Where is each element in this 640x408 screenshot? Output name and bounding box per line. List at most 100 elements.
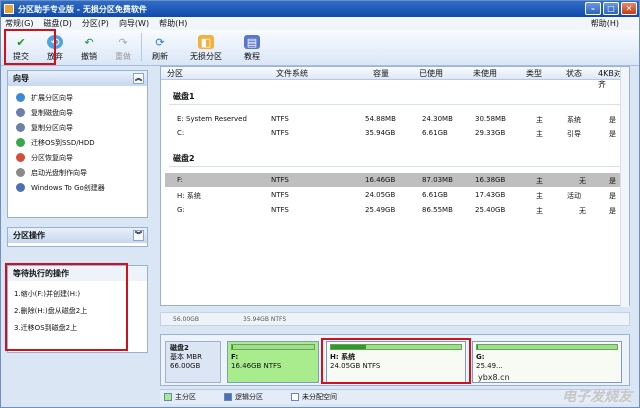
table-row[interactable]: H: 系统 NTFS 24.05GB 6.61GB 17.43GB 主 活动 是 (165, 188, 627, 202)
menu-help-right[interactable]: 帮助(H) (591, 18, 619, 29)
expand-icon[interactable]: ︾ (133, 230, 144, 241)
partition-icon: ◧ (198, 35, 214, 49)
lossless-partition-button[interactable]: ◧ 无损分区 (186, 30, 226, 64)
col-free[interactable]: 未使用 (473, 68, 497, 79)
menu-help[interactable]: 帮助(H) (159, 18, 187, 29)
wizard-windows-to-go-label: Windows To Go创建器 (31, 183, 105, 192)
unalloc-swatch (291, 393, 299, 401)
legend-primary: 主分区 (164, 392, 196, 402)
cell-type: 主 (536, 207, 543, 215)
wizard-recovery[interactable]: 分区恢复向导 (8, 150, 147, 165)
part-label: G: (476, 353, 485, 361)
cell-free: 16.38GB (475, 176, 506, 184)
wizard-windows-to-go[interactable]: Windows To Go创建器 (8, 180, 147, 195)
menu-wizard[interactable]: 向导(W) (119, 18, 149, 29)
cell-type: 主 (536, 192, 543, 200)
cell-used: 6.61GB (422, 129, 448, 137)
diskmap-size: 66.00GB (170, 362, 201, 370)
menu-partition[interactable]: 分区(P) (82, 18, 109, 29)
cell-status: 无 (579, 207, 586, 215)
col-used[interactable]: 已使用 (419, 68, 443, 79)
wizard-bootcd[interactable]: 启动光盘制作向导 (8, 165, 147, 180)
table-row[interactable]: C: NTFS 35.94GB 6.61GB 29.33GB 主 引导 是 (165, 126, 627, 140)
wizard-migrate-os[interactable]: 迁移OS到SSD/HDD (8, 135, 147, 150)
usage-bar (476, 344, 618, 350)
part-info: 25.49... (476, 362, 503, 370)
pending-highlight (5, 263, 128, 351)
undo-icon: ↶ (84, 35, 94, 49)
vertical-scrollbar[interactable] (620, 67, 629, 307)
commit-highlight (4, 29, 56, 65)
cell-name: E: System Reserved (177, 115, 247, 123)
list-header: 分区 文件系统 容量 已使用 未使用 类型 状态 4KB对齐 (161, 67, 629, 89)
maximize-button[interactable]: □ (603, 2, 619, 15)
cell-fs: NTFS (271, 129, 289, 137)
disk2-divider (169, 166, 625, 167)
cell-used: 6.61GB (422, 191, 448, 199)
cell-name: C: (177, 129, 185, 137)
table-row[interactable]: G: NTFS 25.49GB 86.55MB 25.40GB 主 无 是 (165, 203, 627, 217)
legend-unalloc: 未分配空间 (291, 392, 337, 402)
wizard-bootcd-label: 启动光盘制作向导 (31, 168, 87, 177)
undo-label: 撤销 (81, 52, 97, 61)
redo-icon: ↷ (118, 35, 128, 49)
menu-general[interactable]: 常规(G) (5, 18, 33, 29)
col-capacity[interactable]: 容量 (373, 68, 389, 79)
wizard-copy-disk[interactable]: 复制磁盘向导 (8, 105, 147, 120)
partition-block-f[interactable]: F: 16.46GB NTFS (227, 341, 319, 383)
strip-partition: 35.94GB NTFS (243, 316, 287, 323)
cell-capacity: 35.94GB (365, 129, 396, 137)
table-row-selected[interactable]: F: NTFS 16.46GB 87.03MB 16.38GB 主 无 是 (165, 173, 627, 187)
redo-button[interactable]: ↷ 重做 (111, 30, 135, 64)
cell-type: 主 (536, 177, 543, 185)
partition-ops-title: 分区操作 (13, 231, 45, 240)
wizard-extend[interactable]: 扩展分区向导 (8, 90, 147, 105)
copy-disk-icon (16, 108, 25, 117)
table-row[interactable]: E: System Reserved NTFS 54.88MB 24.30MB … (165, 112, 627, 126)
tutorial-button[interactable]: ▤ 教程 (240, 30, 264, 64)
partition-ops-header[interactable]: 分区操作 ︾ (8, 228, 147, 243)
menu-disk[interactable]: 磁盘(D) (43, 18, 71, 29)
cell-free: 30.58MB (475, 115, 506, 123)
wizard-panel: 向导 ︽ 扩展分区向导 复制磁盘向导 复制分区向导 迁移OS到SSD/HDD 分… (7, 70, 148, 218)
watermark-logo: 电子发烧友 (562, 389, 632, 405)
wizard-copy-partition[interactable]: 复制分区向导 (8, 120, 147, 135)
wizard-migrate-os-label: 迁移OS到SSD/HDD (31, 138, 95, 147)
refresh-button[interactable]: ⟳ 刷新 (148, 30, 172, 64)
cell-status: 无 (579, 177, 586, 185)
migrate-icon (16, 138, 25, 147)
col-partition[interactable]: 分区 (167, 68, 183, 79)
close-button[interactable]: ✕ (621, 2, 637, 15)
cell-align: 是 (609, 130, 616, 138)
wizard-panel-header[interactable]: 向导 ︽ (8, 71, 147, 86)
strip-disk-size: 56.00GB (173, 316, 199, 323)
minimize-button[interactable]: – (585, 2, 601, 15)
book-icon: ▤ (244, 35, 260, 49)
col-type[interactable]: 类型 (526, 68, 542, 79)
usb-icon (16, 183, 25, 192)
cell-status: 活动 (567, 192, 581, 200)
disk1-divider (169, 104, 625, 105)
cell-free: 29.33GB (475, 129, 506, 137)
cell-type: 主 (536, 116, 543, 124)
wizard-extend-label: 扩展分区向导 (31, 93, 73, 102)
watermark-url: ybx8.cn (478, 373, 510, 382)
cell-align: 是 (609, 192, 616, 200)
col-fs[interactable]: 文件系统 (276, 68, 308, 79)
collapse-icon[interactable]: ︽ (133, 73, 144, 84)
window-title: 分区助手专业版 - 无损分区免费软件 (18, 4, 147, 14)
disk2-info[interactable]: 磁盘2 基本 MBR 66.00GB (165, 341, 221, 383)
cell-fs: NTFS (271, 191, 289, 199)
disk2-label: 磁盘2 (173, 154, 195, 163)
refresh-icon: ⟳ (155, 35, 165, 49)
recovery-icon (16, 153, 25, 162)
cell-fs: NTFS (271, 176, 289, 184)
cell-name: G: (177, 206, 185, 214)
refresh-label: 刷新 (152, 52, 168, 61)
disk1-map-strip: 56.00GB 35.94GB NTFS (160, 312, 630, 326)
wizard-title: 向导 (13, 74, 29, 83)
cell-used: 24.30MB (422, 115, 453, 123)
col-status[interactable]: 状态 (566, 68, 582, 79)
cell-used: 86.55MB (422, 206, 453, 214)
undo-button[interactable]: ↶ 撤销 (77, 30, 101, 64)
